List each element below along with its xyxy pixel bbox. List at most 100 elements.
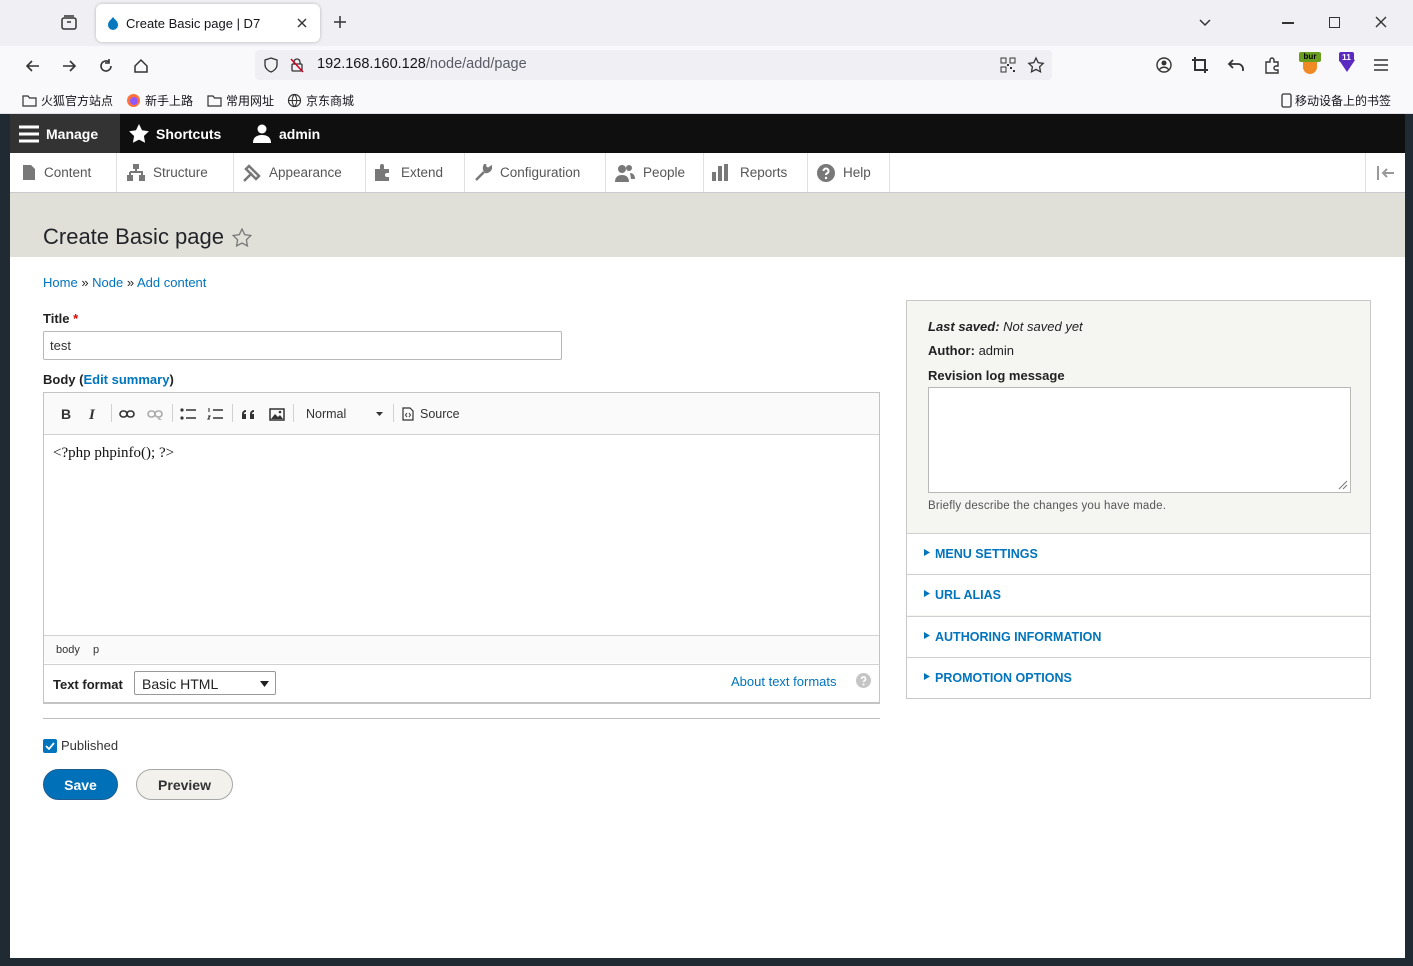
url-text[interactable]: 192.168.160.128/node/add/page — [317, 56, 527, 72]
insecure-lock-icon[interactable] — [289, 57, 305, 73]
qr-code-icon[interactable] — [1000, 57, 1016, 73]
image-button[interactable] — [269, 393, 285, 435]
text-format-select[interactable]: Basic HTML — [134, 671, 276, 695]
bold-button[interactable]: B — [60, 393, 72, 435]
list-all-tabs-icon[interactable] — [1198, 16, 1212, 30]
body-label: Body (Edit summary) — [43, 372, 174, 387]
authoring-information-section[interactable]: Authoring information — [907, 616, 1370, 657]
svg-text:I: I — [88, 407, 96, 421]
undo-icon[interactable] — [1227, 56, 1245, 74]
numbered-list-button[interactable] — [207, 393, 223, 435]
published-checkbox[interactable] — [43, 738, 57, 753]
author-value: admin — [978, 343, 1014, 358]
browser-tab-active[interactable]: Create Basic page | D7 — [96, 4, 320, 42]
required-mark: * — [73, 311, 79, 326]
tray-item-content[interactable]: Content — [10, 153, 117, 192]
url-bar[interactable]: 192.168.160.128/node/add/page — [255, 50, 1052, 80]
source-button[interactable]: Source — [402, 393, 460, 435]
burp-extension-icon[interactable]: bur — [1299, 52, 1321, 74]
bookmark-item[interactable]: 常用网址 — [207, 92, 274, 109]
bulleted-list-icon — [180, 408, 196, 420]
breadcrumb: Home » Node » Add content — [43, 275, 206, 290]
promotion-options-section[interactable]: Promotion options — [907, 657, 1370, 698]
editor-element-path: body p — [44, 635, 879, 663]
body-label-text: Body — [43, 372, 76, 387]
preview-button[interactable]: Preview — [136, 769, 233, 800]
bookmark-item[interactable]: 京东商城 — [287, 92, 354, 109]
text-format-row: Text format Basic HTML About text format… — [43, 664, 880, 703]
toolbar-shortcuts[interactable]: Shortcuts — [129, 114, 221, 153]
tray-label: Reports — [740, 165, 788, 180]
published-checkbox-row[interactable]: Published — [43, 738, 118, 753]
close-window-icon[interactable] — [1374, 15, 1388, 29]
link-button[interactable] — [119, 393, 135, 435]
breadcrumb-home[interactable]: Home — [43, 275, 78, 290]
path-item-p[interactable]: p — [93, 644, 99, 656]
edit-summary-link[interactable]: Edit summary — [83, 372, 169, 387]
account-icon[interactable] — [1155, 56, 1173, 74]
menu-icon[interactable] — [1373, 58, 1389, 72]
toolbar-manage-label: Manage — [46, 125, 99, 142]
breadcrumb-node[interactable]: Node — [92, 275, 123, 290]
url-alias-section[interactable]: URL alias — [907, 574, 1370, 615]
url-path: /node/add/page — [425, 56, 527, 72]
tray-item-people[interactable]: People — [606, 153, 704, 192]
tray-item-reports[interactable]: Reports — [704, 153, 808, 192]
extensions-icon[interactable] — [1263, 56, 1281, 74]
italic-button[interactable]: I — [88, 393, 98, 435]
hamburger-icon — [19, 125, 39, 142]
url-host: 192.168.160.128 — [317, 56, 426, 72]
toolbar-separator — [111, 404, 112, 422]
path-item-body[interactable]: body — [56, 644, 80, 656]
tray-item-help[interactable]: Help — [808, 153, 890, 192]
ublock-extension-icon[interactable]: 11 — [1336, 52, 1358, 74]
format-select[interactable]: Normal — [306, 393, 386, 435]
back-icon[interactable] — [24, 57, 42, 75]
save-button[interactable]: Save — [43, 769, 118, 800]
close-tab-icon[interactable] — [296, 17, 308, 29]
bookmark-star-icon[interactable] — [1027, 56, 1045, 74]
mobile-bookmarks[interactable]: 移动设备上的书签 — [1281, 92, 1391, 109]
new-tab-icon[interactable] — [332, 14, 348, 30]
bookmark-item[interactable]: 新手上路 — [126, 92, 193, 109]
unlink-button[interactable] — [147, 393, 163, 435]
editor-editable-area[interactable] — [44, 435, 879, 635]
mobile-bookmarks-label: 移动设备上的书签 — [1295, 94, 1392, 108]
minimize-icon[interactable] — [1282, 22, 1294, 24]
bulleted-list-button[interactable] — [180, 393, 196, 435]
blockquote-button[interactable] — [241, 393, 257, 435]
toolbar-user[interactable]: admin — [253, 114, 320, 153]
screenshot-icon[interactable] — [1191, 56, 1209, 74]
firefox-icon — [127, 94, 140, 107]
toolbar-orientation-toggle[interactable] — [1365, 153, 1405, 192]
tab-overview-icon[interactable] — [60, 14, 78, 32]
breadcrumb-add-content[interactable]: Add content — [137, 275, 206, 290]
tray-item-extend[interactable]: Extend — [366, 153, 465, 192]
title-label: Title * — [43, 311, 78, 326]
text-format-label: Text format — [53, 677, 123, 692]
globe-icon — [287, 93, 302, 108]
title-input[interactable] — [43, 331, 562, 360]
help-circle-icon[interactable] — [856, 673, 871, 688]
reload-icon[interactable] — [97, 57, 115, 75]
shortcut-star-icon[interactable] — [232, 227, 252, 247]
tray-item-configuration[interactable]: Configuration — [465, 153, 606, 192]
body-editor: B I Normal Source <?php phpinfo(); ?> bo… — [43, 392, 880, 704]
forward-icon[interactable] — [60, 57, 78, 75]
wrench-icon — [474, 163, 492, 182]
revision-log-textarea[interactable] — [928, 387, 1351, 493]
bookmark-item[interactable]: 火狐官方站点 — [22, 92, 113, 109]
folder-icon — [207, 95, 222, 107]
resize-handle-icon[interactable] — [1336, 478, 1348, 490]
menu-settings-label: Menu settings — [935, 547, 1038, 561]
toolbar-manage[interactable]: Manage — [19, 114, 98, 153]
menu-settings-section[interactable]: Menu settings — [907, 533, 1370, 574]
tray-item-structure[interactable]: Structure — [117, 153, 234, 192]
tray-item-appearance[interactable]: Appearance — [234, 153, 366, 192]
text-format-value: Basic HTML — [142, 676, 219, 692]
home-icon[interactable] — [132, 57, 150, 75]
shield-icon[interactable] — [263, 57, 279, 73]
star-icon — [129, 124, 149, 143]
about-text-formats-link[interactable]: About text formats — [731, 674, 837, 689]
maximize-icon[interactable] — [1329, 17, 1340, 28]
